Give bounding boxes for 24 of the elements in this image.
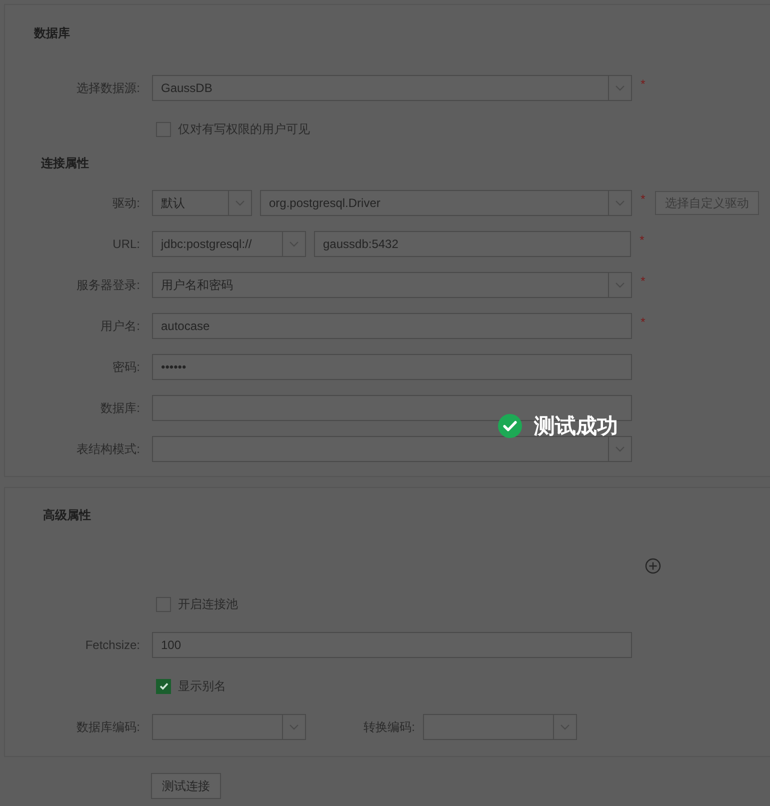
test-connection-button[interactable]: 测试连接: [151, 773, 221, 799]
section-title: 高级属性: [42, 507, 92, 523]
checkbox[interactable]: [156, 678, 171, 694]
select-field[interactable]: GaussDB: [152, 75, 632, 101]
password-field[interactable]: ••••••: [152, 354, 632, 380]
select-field[interactable]: jdbc:postgresql://: [152, 231, 306, 257]
toast-message: 测试成功: [534, 414, 618, 440]
select-field[interactable]: [152, 436, 632, 462]
required-mark: *: [640, 274, 646, 288]
input-field[interactable]: autocase: [152, 313, 632, 339]
required-mark: *: [640, 77, 646, 91]
select-field[interactable]: org.postgresql.Driver: [260, 190, 632, 216]
section-title: 连接属性: [40, 155, 90, 171]
checkmark-icon: [158, 680, 170, 692]
input-field[interactable]: gaussdb:5432: [314, 231, 631, 257]
required-mark: *: [640, 192, 646, 206]
select-field[interactable]: 用户名和密码: [152, 272, 632, 298]
add-icon[interactable]: [645, 558, 661, 574]
section-title: 数据库: [32, 25, 71, 41]
required-mark: *: [640, 315, 646, 329]
select-field[interactable]: 默认: [152, 190, 252, 216]
input-field[interactable]: 100: [152, 632, 632, 658]
required-mark: *: [638, 233, 646, 247]
success-icon: [498, 414, 522, 438]
